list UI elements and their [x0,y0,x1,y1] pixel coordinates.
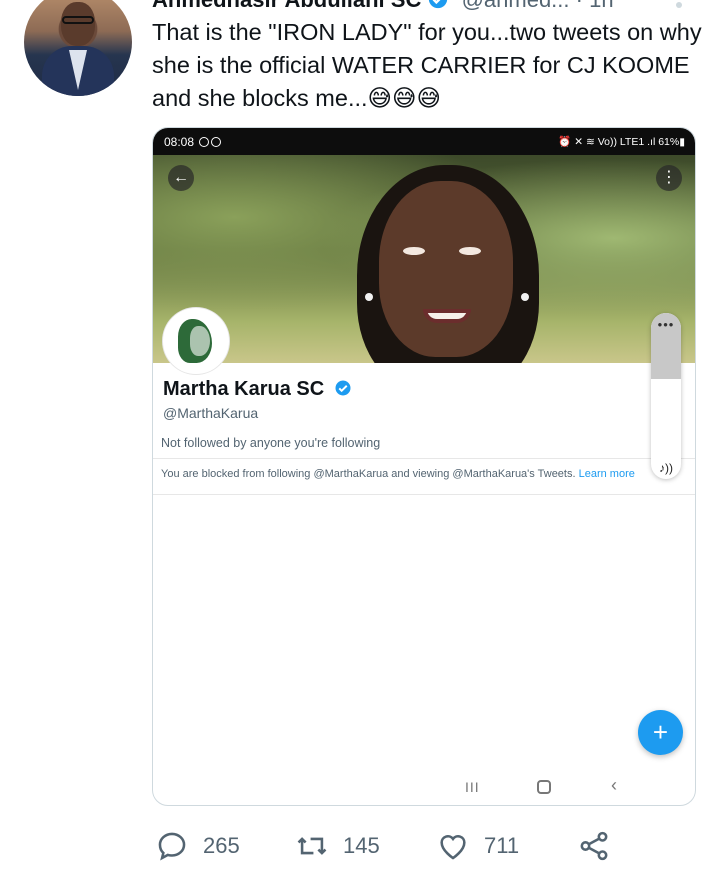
tweet-text: That is the "IRON LADY" for you...two tw… [152,19,702,111]
android-nav-bar: III ‹ [153,770,695,805]
status-indicators: ⏰ ✕ ≋ Vo)) LTE1 .ıl 61%▮ [558,136,685,148]
reply-icon [158,832,186,861]
music-icon[interactable]: ♪)) [651,461,681,475]
recent-apps-icon[interactable]: III [465,779,480,795]
tweet-header: Ahmednasir Abdullahi SC @ahmed... · 1h [152,0,614,14]
profile-avatar[interactable] [163,308,229,374]
banner-earring-left [365,293,373,301]
avatar-logo-highlight [190,326,210,356]
blocked-notice: You are blocked from following @MarthaKa… [161,468,635,480]
back-arrow-icon[interactable]: ← [168,165,194,191]
verified-badge-icon [429,0,448,9]
learn-more-link[interactable]: Learn more [579,468,635,480]
profile-name-text: Martha Karua SC [163,378,325,400]
home-icon[interactable] [537,780,551,794]
status-app-icons [199,136,223,150]
nav-back-icon[interactable]: ‹ [611,775,617,796]
profile-name: Martha Karua SC [163,378,352,401]
reply-count: 265 [203,833,240,858]
kebab-menu-icon[interactable]: ⋮ [656,165,682,191]
author-name[interactable]: Ahmednasir Abdullahi SC [152,0,421,12]
like-button[interactable]: 711 [436,826,519,866]
widget-more-icon[interactable]: ••• [651,317,681,332]
phone-status-bar: 08:08 ⏰ ✕ ≋ Vo)) LTE1 .ıl 61%▮ [153,128,695,155]
blocked-text: You are blocked from following @MarthaKa… [161,468,576,480]
tweet-media-image[interactable]: 08:08 ⏰ ✕ ≋ Vo)) LTE1 .ıl 61%▮ ← ⋮ Marth… [152,127,696,806]
divider [153,494,695,495]
banner-face [379,181,513,357]
banner-earring-right [521,293,529,301]
banner-smile [423,309,471,323]
reply-button[interactable]: 265 [155,826,240,866]
divider [153,458,695,459]
followers-you-know-note: Not followed by anyone you're following [161,436,381,450]
heart-icon [440,835,466,860]
profile-banner [153,155,695,363]
banner-eye-right [459,247,481,255]
tweet-time[interactable]: · 1h [576,0,614,12]
tweet-actions: 265 145 711 [155,826,625,866]
share-button[interactable] [577,826,625,866]
like-count: 711 [484,833,520,858]
verified-badge-icon [335,380,351,396]
retweet-icon [297,837,327,855]
share-icon [580,831,608,861]
author-avatar[interactable] [24,0,132,96]
avatar-glasses [62,16,94,24]
retweet-button[interactable]: 145 [295,826,380,866]
avatar-head [61,2,95,46]
banner-eye-left [403,247,425,255]
compose-fab-button[interactable]: + [638,710,683,755]
author-handle[interactable]: @ahmed... [462,0,570,12]
retweet-count: 145 [343,833,380,858]
more-options-icon[interactable] [676,2,682,8]
floating-scroll-widget[interactable]: ••• ♪)) [651,313,681,479]
status-time: 08:08 [164,135,195,149]
profile-handle: @MarthaKarua [163,405,259,421]
